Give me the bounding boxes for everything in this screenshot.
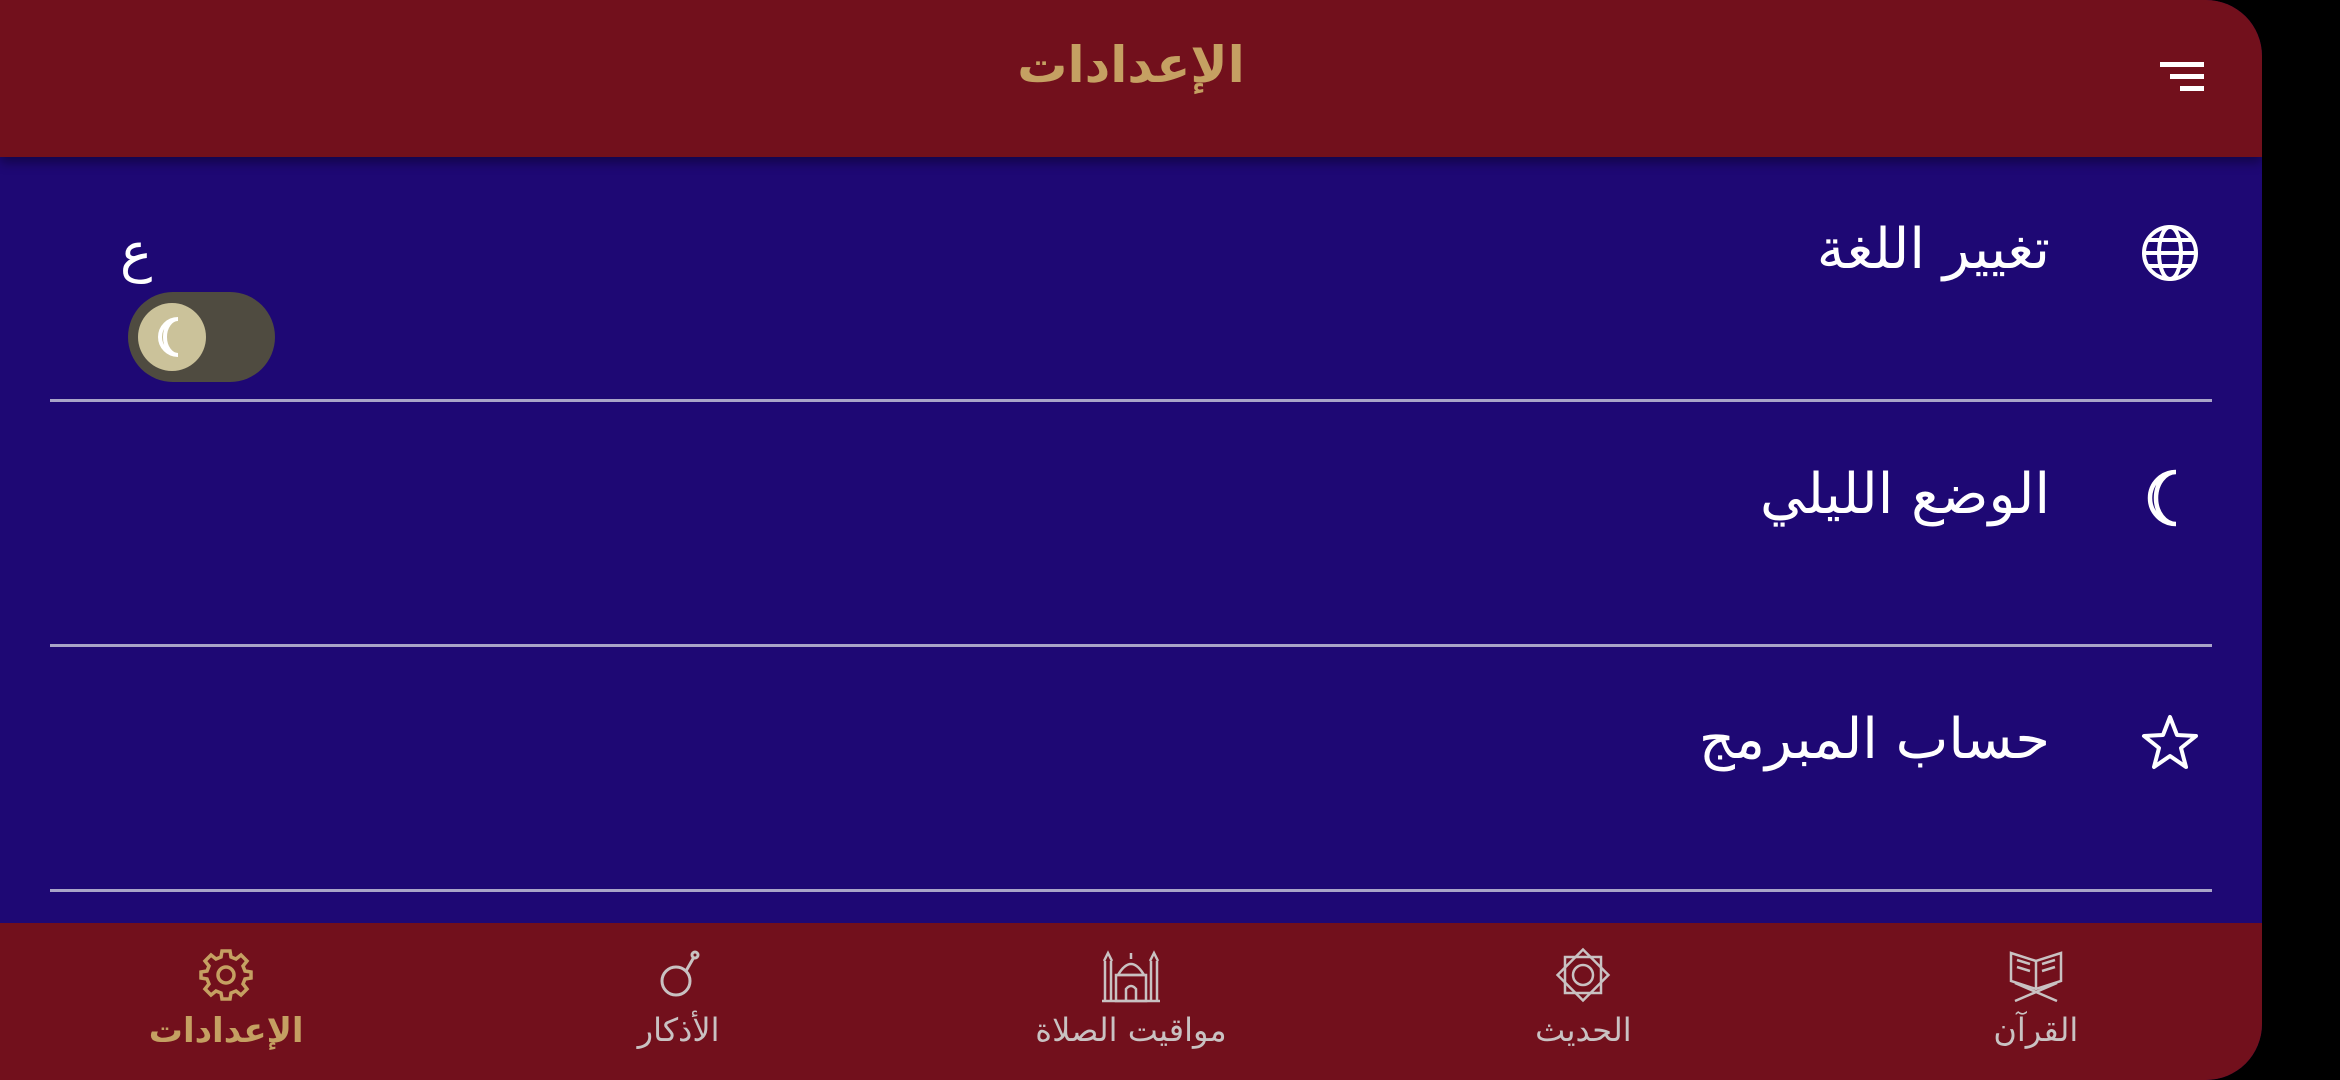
app-screen: الإعدادات تغيير اللغة ع الوضع الليلي حسا… [0, 0, 2262, 1080]
app-bar: الإعدادات [0, 0, 2262, 157]
bottom-navigation: القرآن الحديث مواقيت الصلاة الأذكار الإع… [0, 923, 2262, 1080]
dark-mode-toggle[interactable] [128, 292, 275, 382]
nav-label-settings: الإعدادات [148, 1011, 304, 1051]
setting-dark-mode[interactable]: الوضع الليلي [0, 402, 2262, 647]
setting-developer-account[interactable]: حساب المبرمج [0, 647, 2262, 892]
settings-list: تغيير اللغة ع الوضع الليلي حساب المبرمج [0, 157, 2262, 892]
page-title: الإعدادات [1017, 36, 1245, 94]
nav-label-azkar: الأذكار [637, 1011, 720, 1049]
nav-item-hadith[interactable]: الحديث [1357, 923, 1809, 1080]
nav-item-quran[interactable]: القرآن [1810, 923, 2262, 1080]
gear-icon [199, 949, 253, 1001]
setting-language[interactable]: تغيير اللغة ع [0, 157, 2262, 402]
setting-dark-mode-label: الوضع الليلي [1760, 462, 2050, 527]
star-icon [2140, 713, 2200, 773]
setting-language-label: تغيير اللغة [1816, 217, 2050, 282]
toggle-knob [138, 303, 206, 371]
current-language-value: ع [120, 221, 153, 284]
moon-icon [158, 317, 179, 357]
moon-icon [2140, 468, 2200, 528]
hadith-icon [1556, 947, 1611, 1003]
nav-item-prayer-times[interactable]: مواقيت الصلاة [905, 923, 1357, 1080]
setting-developer-account-label: حساب المبرمج [1698, 707, 2050, 772]
prayer-beads-icon [660, 950, 700, 997]
nav-item-azkar[interactable]: الأذكار [452, 923, 904, 1080]
nav-item-settings[interactable]: الإعدادات [0, 923, 452, 1080]
divider [50, 889, 2212, 892]
nav-label-hadith: الحديث [1535, 1011, 1632, 1049]
mosque-icon [1101, 950, 1160, 1003]
globe-icon [2140, 223, 2200, 283]
nav-label-quran: القرآن [1993, 1011, 2079, 1049]
nav-label-prayer-times: مواقيت الصلاة [1035, 1011, 1227, 1049]
quran-icon [2009, 951, 2063, 1003]
